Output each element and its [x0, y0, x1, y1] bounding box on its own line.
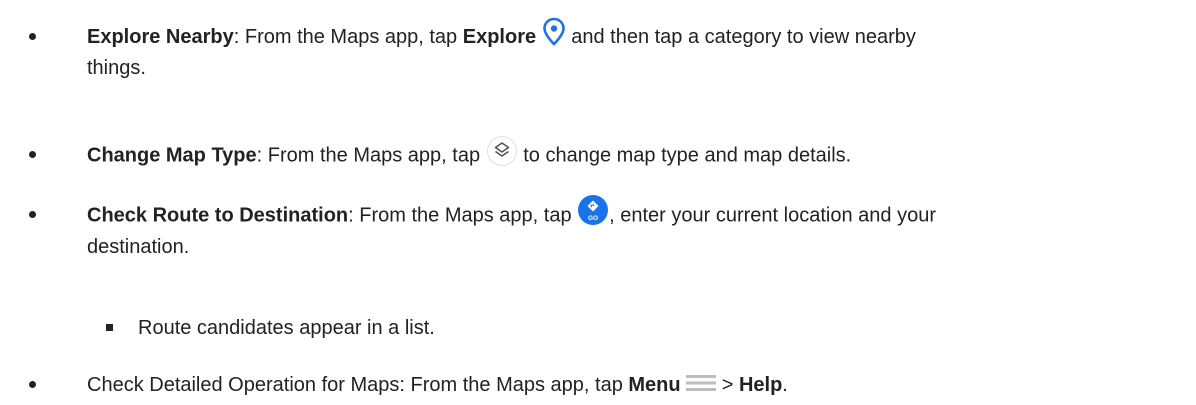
location-pin-icon: [542, 17, 566, 47]
item-title: Explore Nearby: [87, 26, 234, 48]
bullet: [29, 151, 36, 158]
go-label: GO: [588, 215, 598, 222]
item-title: Change Map Type: [87, 144, 257, 167]
square-bullet: [106, 324, 113, 331]
menu-icon: [686, 374, 717, 392]
bullet: [29, 381, 36, 388]
map-layers-icon: [486, 135, 518, 167]
item-title: Check Route to Destination: [87, 204, 349, 227]
bullet: [29, 33, 36, 40]
bullet: [29, 211, 36, 218]
help-document: Explore Nearby: From the Maps app, tap E…: [0, 0, 1196, 405]
directions-go-icon: GO: [577, 194, 609, 226]
